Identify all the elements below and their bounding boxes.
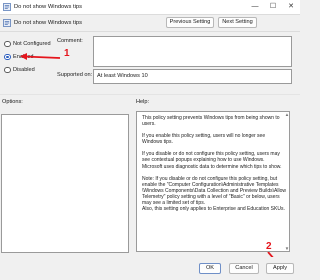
previous-setting-button[interactable]: Previous Setting	[166, 17, 214, 28]
help-paragraph-3: If you disable or do not configure this …	[142, 151, 282, 170]
next-setting-button[interactable]: Next Setting	[218, 17, 257, 28]
help-paragraph-1: This policy setting prevents Windows tip…	[142, 115, 280, 128]
help-paragraph-2: If you enable this policy setting, users…	[142, 133, 266, 146]
radio-disabled-label: Disabled	[13, 66, 35, 73]
comment-textarea[interactable]	[93, 36, 292, 67]
help-paragraph-5: Also, this setting only applies to Enter…	[142, 206, 285, 213]
radio-not-configured-circle[interactable]	[4, 40, 11, 47]
scroll-up-icon[interactable]: ▲	[284, 112, 290, 117]
window-title: Do not show Windows tips	[14, 3, 82, 10]
comment-label: Comment:	[57, 38, 83, 44]
help-label: Help:	[136, 99, 150, 105]
policy-icon	[3, 3, 11, 11]
ok-button[interactable]: OK	[199, 263, 221, 274]
radio-not-configured[interactable]: Not Configured	[4, 40, 59, 48]
cancel-button[interactable]: Cancel	[229, 263, 259, 274]
radio-enabled-circle[interactable]	[4, 53, 11, 60]
callout-step-1: 1	[64, 48, 70, 59]
radio-enabled-label: Enabled	[13, 53, 34, 60]
panels-separator	[0, 94, 300, 95]
callout-step-2: 2	[266, 241, 272, 252]
supported-on-value: At least Windows 10	[93, 69, 292, 84]
close-button[interactable]: ✕	[282, 0, 300, 14]
policy-setting-icon	[3, 18, 11, 27]
policy-heading: Do not show Windows tips	[14, 19, 82, 26]
options-label: Options:	[2, 99, 23, 105]
maximize-button[interactable]: ☐	[264, 0, 282, 14]
radio-enabled[interactable]: Enabled	[4, 53, 39, 61]
supported-on-label: Supported on:	[57, 72, 93, 78]
help-panel: This policy setting prevents Windows tip…	[136, 111, 290, 252]
apply-button[interactable]: Apply	[266, 263, 294, 274]
heading-separator	[0, 31, 300, 32]
radio-not-configured-label: Not Configured	[13, 40, 51, 47]
radio-disabled[interactable]: Disabled	[4, 66, 39, 74]
scroll-down-icon[interactable]: ▼	[284, 246, 290, 251]
help-paragraph-4: Note: If you disable or do not configure…	[142, 175, 286, 207]
radio-disabled-circle[interactable]	[4, 66, 11, 73]
minimize-button[interactable]: —	[246, 0, 264, 14]
options-panel	[1, 114, 129, 253]
title-separator	[0, 14, 300, 15]
